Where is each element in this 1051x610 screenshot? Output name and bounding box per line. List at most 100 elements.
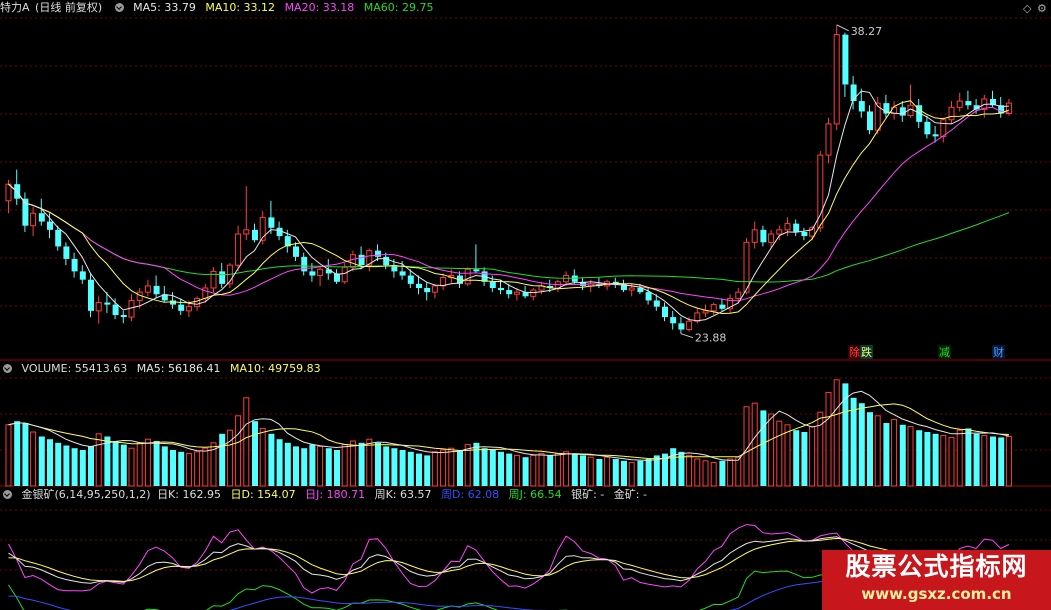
candle-down [760, 229, 767, 243]
candle-down [309, 271, 316, 276]
candle-down [506, 290, 513, 295]
volume-bar-down [899, 424, 906, 486]
candle-down [219, 271, 226, 284]
candle-up [349, 254, 356, 268]
candle-up [5, 183, 12, 202]
candle-down [88, 279, 94, 311]
volume-bar-up [317, 445, 324, 487]
candle-down [498, 288, 504, 291]
settings-circle-icon[interactable] [114, 3, 124, 12]
volume-bar-down [637, 460, 644, 486]
volume-bar-down [399, 450, 406, 486]
candle-down [301, 256, 308, 272]
volume-bar-down [170, 450, 176, 486]
volume-bar-up [784, 424, 791, 487]
volume-bar-up [128, 447, 135, 487]
volume-bar-up [956, 429, 963, 487]
volume-bar-down [63, 445, 70, 486]
volume-bar-down [596, 459, 603, 486]
volume-legend: VOLUME: 55413.63 MA5: 56186.41 MA10: 497… [0, 361, 327, 377]
candle-down [47, 221, 53, 230]
candle-down [55, 229, 62, 247]
volume-bar-up [144, 438, 151, 487]
gear-icon[interactable]: ⚙ [1037, 2, 1047, 15]
candle-down [63, 246, 70, 259]
low-price-label: 23.88 [695, 332, 727, 345]
volume-bar-down [645, 459, 652, 486]
volume-bar-down [219, 433, 226, 486]
candle-down [407, 275, 414, 284]
candle-up [686, 320, 693, 331]
volume-bar-down [22, 423, 29, 486]
volume-bar-down [88, 446, 94, 486]
volume-bar-down [71, 448, 78, 486]
volume-bar-up [1005, 436, 1012, 487]
candle-up [768, 233, 775, 243]
candle-down [120, 315, 127, 318]
candle-down [842, 34, 849, 85]
day-d-readout: 日D: 154.07 [230, 488, 296, 501]
volume-bar-down [547, 455, 554, 486]
volume-bar-down [112, 441, 119, 486]
volume-bar-up [891, 418, 898, 487]
stock-chart[interactable]: 38.27 23.88 除跌 减 财 [0, 0, 1051, 610]
candle-down [293, 246, 299, 257]
volume-settings-circle-icon[interactable] [3, 364, 12, 373]
volume-bar-down [924, 432, 931, 486]
volume-bar-up [587, 456, 594, 487]
candle-up [317, 268, 324, 277]
volume-bar-up [694, 458, 701, 487]
volume-bar-up [259, 427, 266, 487]
candle-down [153, 285, 160, 295]
candle-down [170, 300, 176, 305]
volume-bar-down [973, 433, 980, 486]
candle-up [202, 287, 209, 299]
volume-bar-up [686, 454, 693, 487]
candle-down [924, 121, 931, 135]
volume-bar-up [448, 447, 455, 487]
volume-bar-up [768, 413, 775, 487]
candle-down [899, 107, 906, 116]
volume-ma10-readout: MA10: 49759.83 [229, 362, 321, 375]
event-tag: 跌 [861, 345, 872, 359]
candle-down [645, 292, 652, 301]
candle-down [653, 300, 660, 307]
candle-down [489, 281, 496, 288]
low-pointer [680, 333, 694, 339]
volume-bar-up [940, 435, 947, 487]
volume-bar-up [735, 456, 742, 487]
candle-down [112, 304, 119, 315]
volume-bar-down [489, 450, 496, 486]
candle-down [801, 231, 808, 237]
volume-bar-down [621, 460, 627, 486]
volume-bar-down [719, 460, 726, 486]
volume-bar-up [243, 397, 250, 487]
candle-down [79, 271, 86, 280]
volume-bar-up [776, 420, 783, 487]
volume-bar-up [702, 460, 709, 487]
diamond-icon[interactable]: ◇ [1023, 2, 1031, 15]
indicator-legend: 金银矿(6,14,95,250,1,2) 日K: 162.95 日D: 154.… [0, 487, 653, 503]
price-legend: 特力A (日线 前复权) MA5: 33.79 MA10: 33.12 MA20… [0, 0, 440, 16]
candle-up [833, 34, 840, 125]
candle-down [965, 101, 972, 106]
watermark-url: www.gsxz.com.cn [861, 585, 1012, 603]
indicator-settings-circle-icon[interactable] [3, 490, 12, 499]
silver-readout: 银矿: - [571, 488, 605, 501]
volume-bar-down [883, 423, 890, 486]
volume-bar-up [349, 440, 356, 487]
ma20-line [8, 106, 1009, 302]
volume-bar-down [38, 436, 45, 486]
volume-bar-up [833, 379, 840, 487]
candle-down [932, 134, 939, 137]
volume-bar-down [284, 442, 291, 486]
candle-up [956, 100, 963, 108]
event-tag: 除 [849, 345, 860, 359]
volume-bar-down [383, 446, 390, 486]
volume-bar-up [431, 451, 438, 487]
candle-down [38, 213, 45, 222]
volume-bar-up [751, 402, 758, 487]
candle-up [464, 268, 471, 285]
week-k-readout: 周K: 63.57 [374, 488, 432, 501]
volume-bar-down [932, 433, 939, 486]
